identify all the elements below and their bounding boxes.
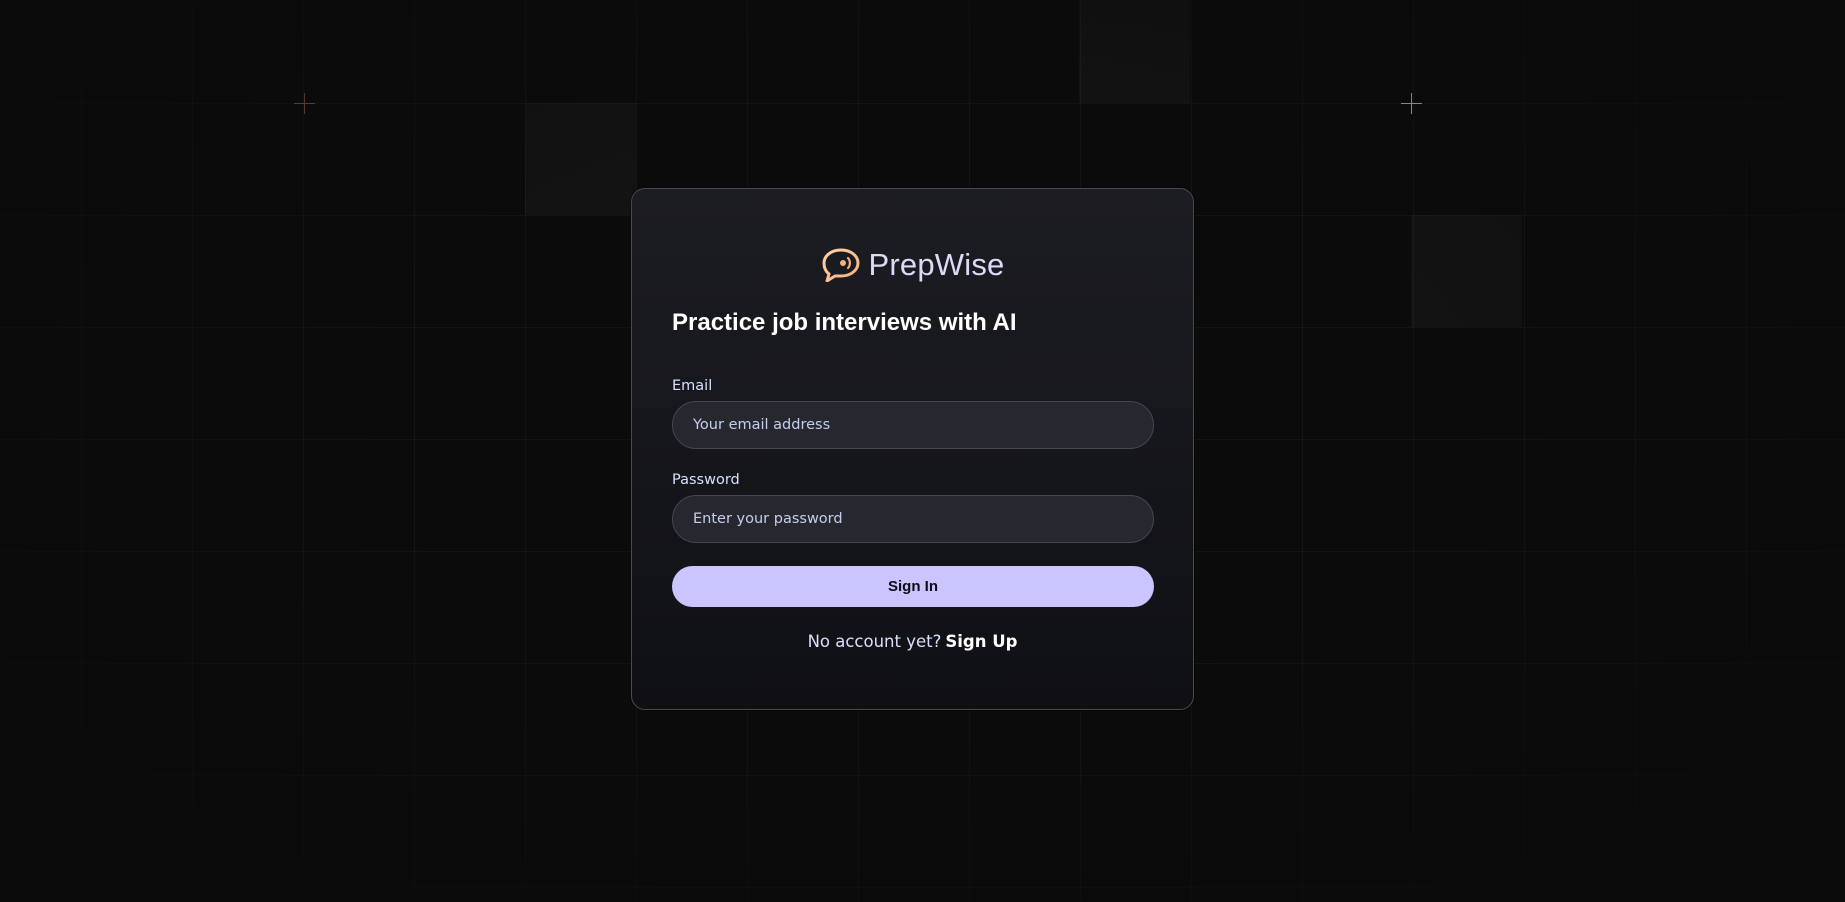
email-label: Email: [672, 378, 713, 394]
sign-up-prompt: No account yet? Sign Up: [632, 632, 1193, 651]
background-grid-tile: [1411, 215, 1522, 327]
background-grid-tile: [1079, 0, 1190, 103]
email-field[interactable]: [672, 401, 1154, 449]
sparkle-icon: [294, 93, 315, 114]
background-grid-tile: [525, 103, 636, 215]
sign-up-link[interactable]: Sign Up: [945, 632, 1017, 651]
brand-name: PrepWise: [868, 247, 1005, 282]
password-label: Password: [672, 472, 740, 488]
brand: PrepWise: [632, 247, 1193, 283]
page-title: Practice job interviews with AI: [672, 309, 1017, 336]
sparkle-icon: [1401, 93, 1422, 114]
chat-bubble-logo-icon: [822, 248, 860, 282]
sign-up-prompt-text: No account yet?: [807, 632, 942, 651]
password-field[interactable]: [672, 495, 1154, 543]
sign-in-button[interactable]: Sign In: [672, 566, 1154, 607]
sign-in-card: PrepWise Practice job interviews with AI…: [631, 188, 1194, 710]
